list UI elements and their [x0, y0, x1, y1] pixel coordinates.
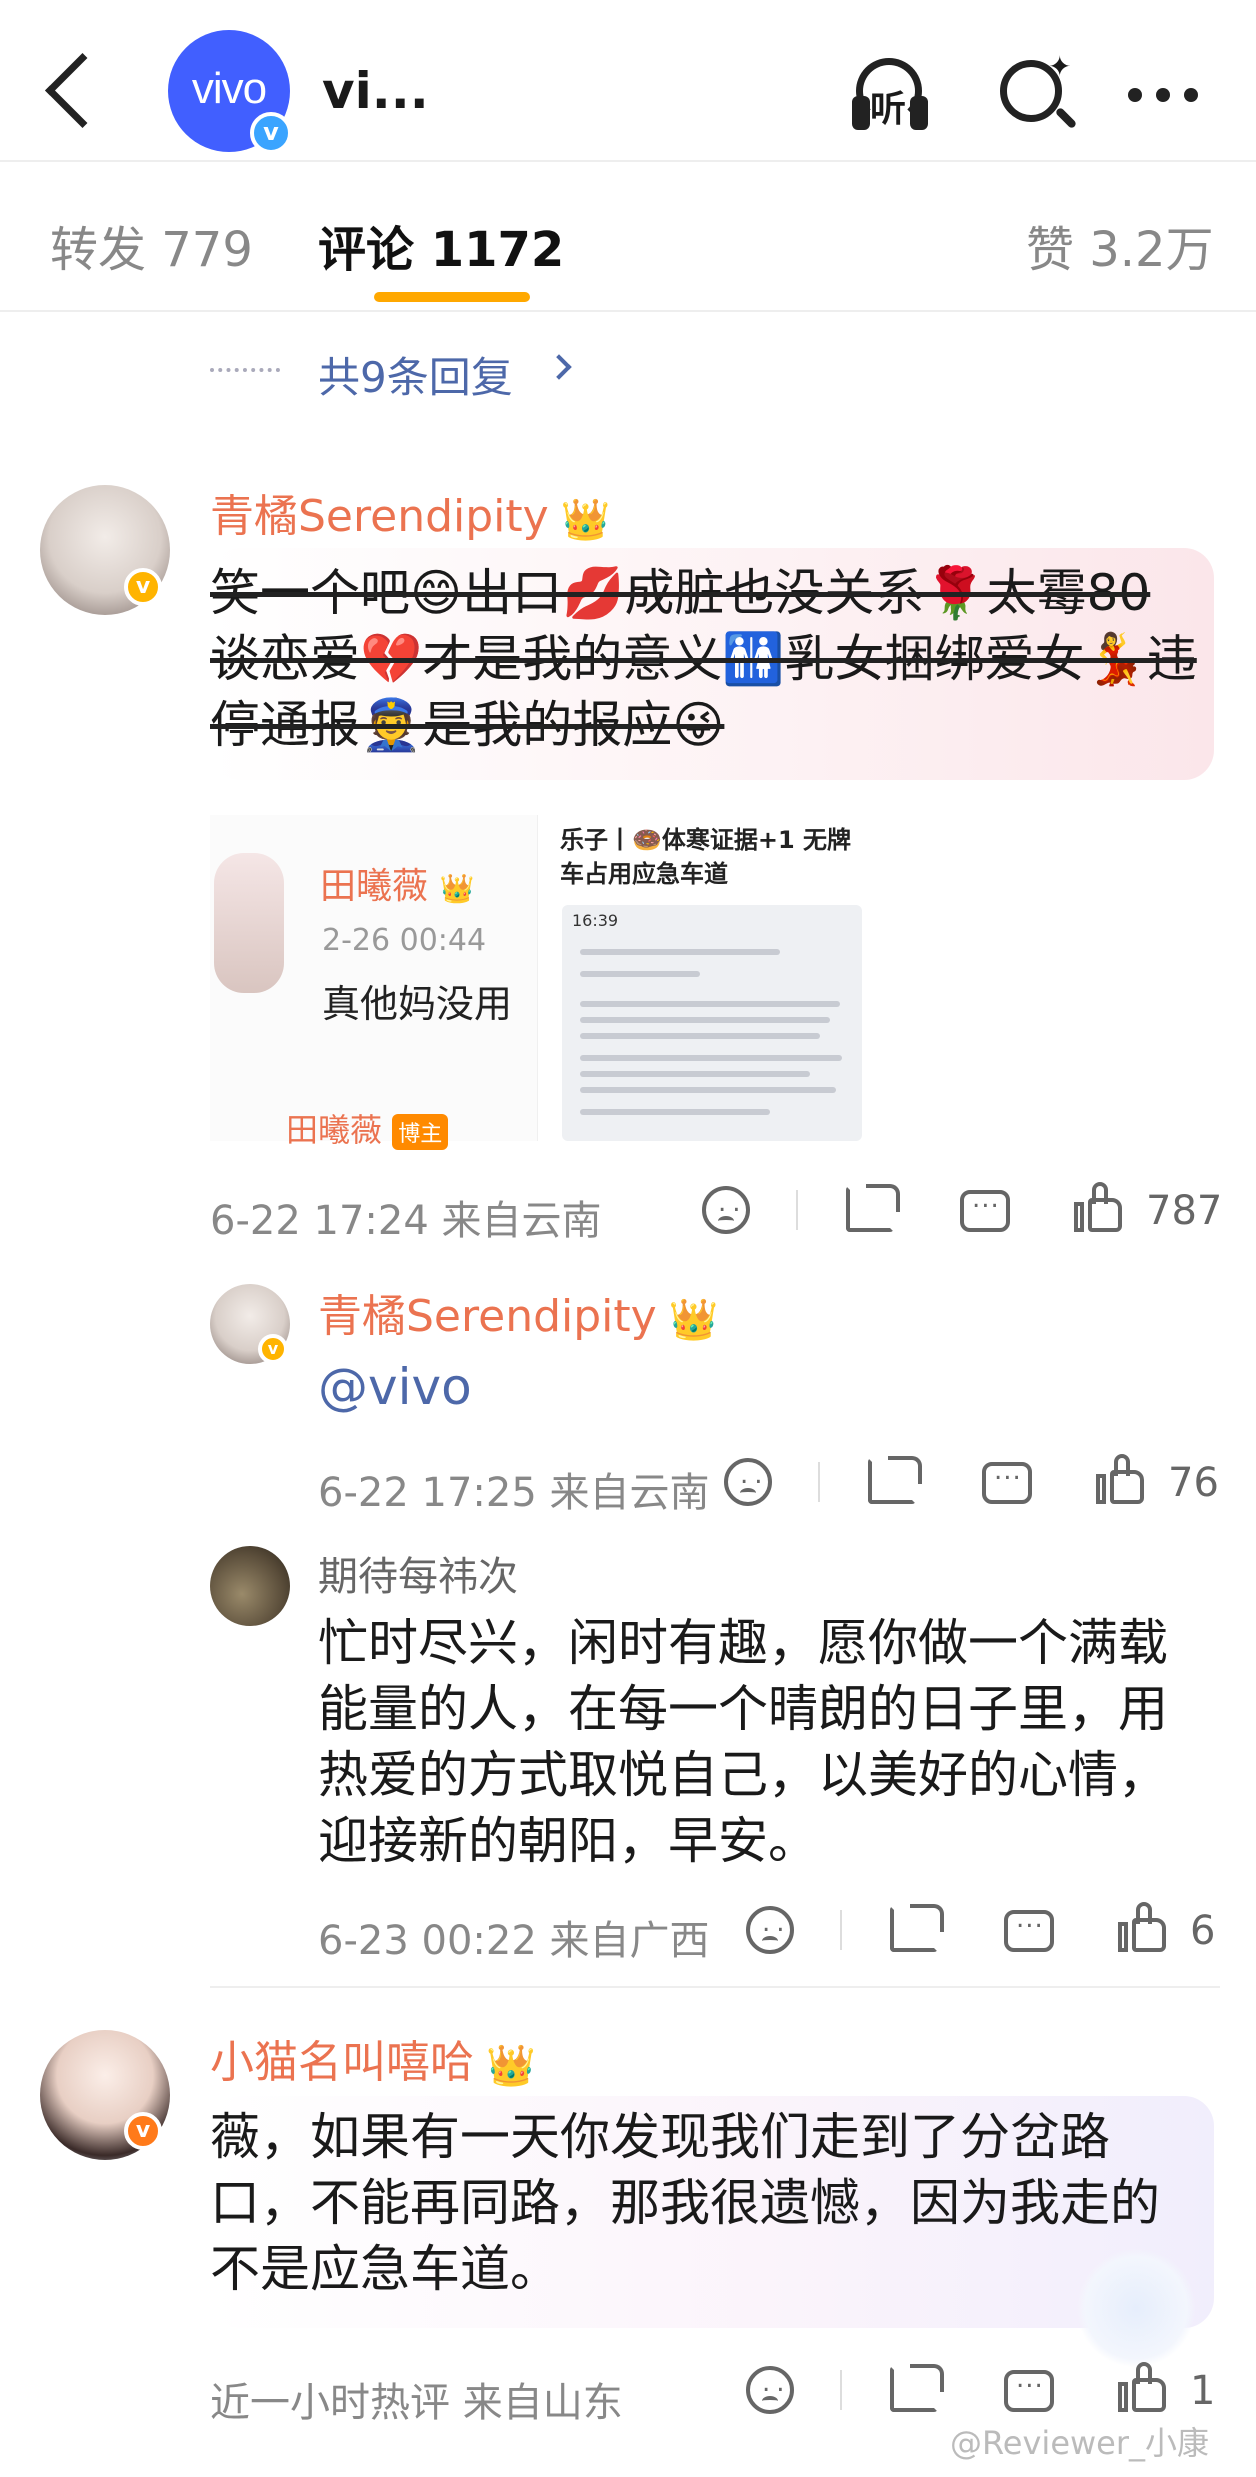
comment-username[interactable]: 小猫名叫嘻哈 👑: [210, 2026, 536, 2090]
page-title: vi...: [322, 62, 429, 120]
divider: [840, 1910, 842, 1950]
reaction-icon[interactable]: [724, 1458, 772, 1506]
reply-icon[interactable]: [960, 1184, 1010, 1232]
like-count: 6: [1190, 1908, 1216, 1954]
listen-icon[interactable]: 听: [850, 56, 930, 136]
watermark: @Reviewer_小康: [950, 2424, 1210, 2462]
share-icon[interactable]: [890, 2364, 944, 2412]
like-count: 1: [1190, 2368, 1216, 2414]
tab-comments[interactable]: 评论 1172: [318, 210, 564, 280]
like-count: 787: [1146, 1188, 1223, 1234]
vivo-logo: vivo: [191, 64, 267, 113]
chevron-right-icon: [546, 354, 572, 380]
share-icon[interactable]: [868, 1456, 922, 1504]
divider: [210, 1986, 1220, 1988]
reply-icon[interactable]: [1004, 1904, 1054, 1952]
more-options-icon[interactable]: [1124, 56, 1204, 136]
dotted-line: [210, 368, 280, 372]
comment-username[interactable]: 青橘Serendipity 👑: [318, 1280, 719, 1344]
comment-username[interactable]: 青橘Serendipity 👑: [210, 480, 611, 544]
crown-icon: 👑: [560, 496, 611, 543]
verified-badge-icon: v: [124, 2112, 162, 2150]
more-replies-label: 共9条回复: [318, 353, 513, 402]
reply-icon[interactable]: [1004, 2364, 1054, 2412]
comment-meta: 6-22 17:25 来自云南: [318, 1470, 710, 1516]
comment-text: 薇，如果有一天你发现我们走到了分岔路口，不能再同路，那我很遗憾，因为我走的不是应…: [210, 2108, 1160, 2298]
search-icon[interactable]: ✦: [998, 50, 1078, 136]
like-icon[interactable]: [1118, 1902, 1168, 1952]
share-icon[interactable]: [846, 1184, 900, 1232]
like-icon[interactable]: [1096, 1454, 1146, 1504]
comment-image-2[interactable]: 乐子丨🍩体寒证据+1 无牌 车占用应急车道 16:39: [558, 815, 878, 1141]
decorative-sticker: [1076, 2248, 1196, 2368]
crown-icon: 👑: [668, 1296, 719, 1343]
top-bar: vivo v vi... 听 ✦: [0, 0, 1256, 162]
comment-meta: 6-22 17:24 来自云南: [210, 1198, 602, 1244]
tab-bar: 转发 779 评论 1172 赞 3.2万: [0, 162, 1256, 312]
reaction-icon[interactable]: [746, 2366, 794, 2414]
mention-link[interactable]: @vivo: [318, 1354, 472, 1420]
tab-likes[interactable]: 赞 3.2万: [1026, 210, 1214, 280]
verified-badge-icon: v: [124, 568, 162, 606]
tab-reposts[interactable]: 转发 779: [50, 210, 253, 280]
like-icon[interactable]: [1074, 1182, 1124, 1232]
comment-text: 笑一个吧😊出口💋成脏也没关系🌹太霉80谈恋爱💔才是我的意义🚻乳女捆绑爱女💃违停通…: [210, 564, 1197, 754]
like-icon[interactable]: [1118, 2362, 1168, 2412]
back-arrow-icon[interactable]: [44, 58, 94, 128]
avatar: [214, 853, 284, 993]
screenshot-thumbnail: 16:39: [562, 905, 862, 1141]
divider: [796, 1190, 798, 1230]
divider: [818, 1462, 820, 1502]
comment-username[interactable]: 期待每祎次: [318, 1544, 518, 1602]
crown-icon: 👑: [486, 2042, 536, 2089]
comment-text: 忙时尽兴，闲时有趣，愿你做一个满载能量的人，在每一个晴朗的日子里，用热爱的方式取…: [318, 1614, 1168, 1870]
verified-badge-icon: v: [258, 1334, 288, 1364]
reaction-icon[interactable]: [746, 1906, 794, 1954]
reply-icon[interactable]: [982, 1456, 1032, 1504]
reaction-icon[interactable]: [702, 1186, 750, 1234]
avatar[interactable]: [210, 1546, 290, 1626]
verified-badge-icon: v: [250, 112, 292, 154]
share-icon[interactable]: [890, 1904, 944, 1952]
comment-meta: 6-23 00:22 来自广西: [318, 1918, 710, 1964]
active-tab-indicator: [374, 292, 530, 302]
comment-meta: 近一小时热评 来自山东: [210, 2380, 623, 2426]
comment-image-1[interactable]: 田曦薇 👑 2-26 00:44 真他妈没用 田曦薇 博主: [210, 815, 538, 1150]
divider: [840, 2370, 842, 2410]
like-count: 76: [1168, 1460, 1219, 1506]
